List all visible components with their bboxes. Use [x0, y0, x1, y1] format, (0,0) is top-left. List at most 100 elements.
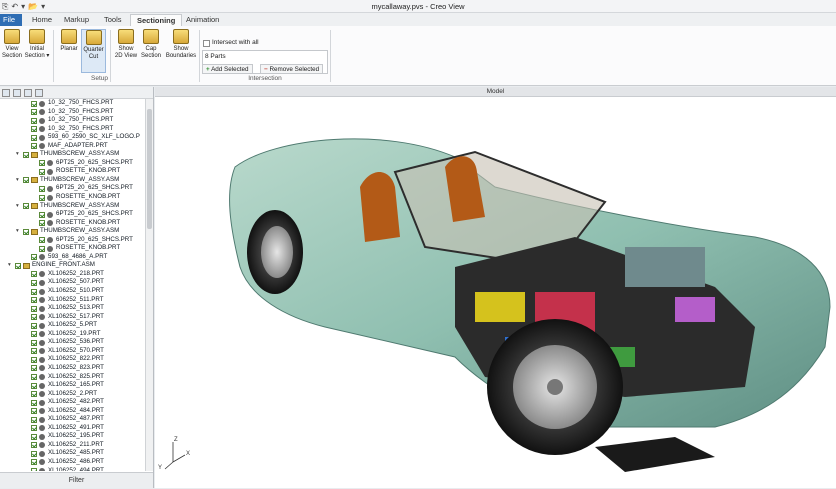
visibility-checkbox[interactable] [23, 151, 29, 158]
tree-part-item[interactable]: ROSETTE_KNOB.PRT [0, 167, 145, 176]
tree-assembly-item[interactable]: ▾ ENGINE_FRONT.ASM [0, 261, 145, 270]
intersect-with-all-checkbox[interactable] [203, 40, 210, 47]
quarter-cut-button[interactable]: Quarter Cut [81, 29, 106, 73]
visibility-checkbox[interactable] [31, 314, 37, 321]
visibility-checkbox[interactable] [31, 331, 37, 338]
tree-part-item[interactable]: XL106252_511.PRT [0, 296, 145, 305]
visibility-checkbox[interactable] [39, 245, 45, 252]
visibility-checkbox[interactable] [15, 262, 21, 269]
tab-home[interactable]: Home [26, 14, 58, 26]
tree-part-item[interactable]: 6PT25_20_625_SHCS.PRT [0, 236, 145, 245]
expand-toggle-icon[interactable]: ▾ [16, 176, 19, 185]
tab-sectioning[interactable]: Sectioning [130, 14, 183, 26]
show-2d-view-button[interactable]: Show 2D View [114, 29, 138, 60]
visibility-checkbox[interactable] [31, 365, 37, 372]
tree-part-item[interactable]: XL106252_486.PRT [0, 458, 145, 467]
visibility-checkbox[interactable] [31, 339, 37, 346]
tree-part-item[interactable]: 10_32_750_FHCS.PRT [0, 125, 145, 134]
remove-selected-button[interactable]: − Remove Selected [260, 64, 324, 74]
tree-scrollbar[interactable] [145, 99, 153, 471]
tree-assembly-item[interactable]: ▾ THUMBSCREW_ASSY.ASM [0, 176, 145, 185]
tree-part-item[interactable]: XL106252_218.PRT [0, 270, 145, 279]
visibility-checkbox[interactable] [31, 305, 37, 312]
tree-settings-icon[interactable] [35, 89, 43, 97]
scrollbar-thumb[interactable] [147, 109, 152, 229]
visibility-checkbox[interactable] [31, 322, 37, 329]
tree-part-item[interactable]: XL106252_5.PRT [0, 321, 145, 330]
visibility-checkbox[interactable] [31, 117, 37, 124]
visibility-checkbox[interactable] [39, 237, 45, 244]
visibility-checkbox[interactable] [23, 177, 29, 184]
visibility-checkbox[interactable] [23, 203, 29, 210]
tree-part-item[interactable]: ROSETTE_KNOB.PRT [0, 193, 145, 202]
visibility-checkbox[interactable] [31, 442, 37, 449]
tree-part-item[interactable]: 593_68_4686_A.PRT [0, 253, 145, 262]
initial-section-button[interactable]: Initial Section ▾ [24, 29, 50, 60]
visibility-checkbox[interactable] [39, 211, 45, 218]
tree-part-item[interactable]: XL106252_19.PRT [0, 330, 145, 339]
visibility-checkbox[interactable] [31, 408, 37, 415]
tree-part-item[interactable]: XL106252_494.PRT [0, 467, 145, 471]
visibility-checkbox[interactable] [39, 194, 45, 201]
visibility-checkbox[interactable] [31, 134, 37, 141]
visibility-checkbox[interactable] [31, 126, 37, 133]
tree-part-item[interactable]: XL106252_485.PRT [0, 449, 145, 458]
visibility-checkbox[interactable] [39, 185, 45, 192]
visibility-checkbox[interactable] [31, 433, 37, 440]
tree-part-item[interactable]: 10_32_750_FHCS.PRT [0, 116, 145, 125]
visibility-checkbox[interactable] [39, 160, 45, 167]
tree-assembly-item[interactable]: ▾ THUMBSCREW_ASSY.ASM [0, 150, 145, 159]
visibility-checkbox[interactable] [31, 271, 37, 278]
model-viewport[interactable]: Model Z Y X [155, 87, 836, 488]
tree-part-item[interactable]: XL106252_165.PRT [0, 381, 145, 390]
tree-part-item[interactable]: XL106252_484.PRT [0, 407, 145, 416]
visibility-checkbox[interactable] [31, 399, 37, 406]
visibility-checkbox[interactable] [31, 100, 37, 107]
tree-part-item[interactable]: XL106252_822.PRT [0, 355, 145, 364]
visibility-checkbox[interactable] [31, 416, 37, 423]
expand-toggle-icon[interactable]: ▾ [16, 202, 19, 211]
tree-part-item[interactable]: XL106252_211.PRT [0, 441, 145, 450]
tab-animation[interactable]: Animation [180, 14, 225, 26]
expand-toggle-icon[interactable]: ▾ [16, 227, 19, 236]
visibility-checkbox[interactable] [31, 356, 37, 363]
tree-part-item[interactable]: XL106252_570.PRT [0, 347, 145, 356]
view-section-button[interactable]: View Section [1, 29, 23, 60]
visibility-checkbox[interactable] [31, 279, 37, 286]
visibility-checkbox[interactable] [39, 220, 45, 227]
tree-part-item[interactable]: XL106252_513.PRT [0, 304, 145, 313]
visibility-checkbox[interactable] [31, 254, 37, 261]
tab-file[interactable]: File ▾ [0, 14, 22, 33]
structure-tree[interactable]: 10_32_750_FHCS.PRT 10_32_750_FHCS.PRT 10_3… [0, 99, 145, 471]
tree-part-item[interactable]: XL106252_195.PRT [0, 432, 145, 441]
tree-part-item[interactable]: XL106252_823.PRT [0, 364, 145, 373]
tree-part-item[interactable]: XL106252_825.PRT [0, 373, 145, 382]
visibility-checkbox[interactable] [31, 288, 37, 295]
tree-part-item[interactable]: 10_32_750_FHCS.PRT [0, 108, 145, 117]
visibility-checkbox[interactable] [31, 425, 37, 432]
tree-part-item[interactable]: 10_32_750_FHCS.PRT [0, 99, 145, 108]
visibility-checkbox[interactable] [31, 374, 37, 380]
add-selected-button[interactable]: + Add Selected [202, 64, 253, 74]
planar-button[interactable]: Planar [57, 29, 81, 53]
tree-part-item[interactable]: ROSETTE_KNOB.PRT [0, 244, 145, 253]
tab-tools[interactable]: Tools [98, 14, 128, 26]
visibility-checkbox[interactable] [39, 168, 45, 175]
tree-assembly-item[interactable]: ▾ THUMBSCREW_ASSY.ASM [0, 202, 145, 211]
visibility-checkbox[interactable] [31, 459, 37, 466]
tab-markup[interactable]: Markup [58, 14, 95, 26]
tree-part-item[interactable]: 593_60_2590_SC_XLF_LOGO.P [0, 133, 145, 142]
visibility-checkbox[interactable] [31, 143, 37, 150]
tree-options-icon[interactable] [24, 89, 32, 97]
visibility-checkbox[interactable] [31, 450, 37, 457]
visibility-checkbox[interactable] [31, 468, 37, 471]
tree-part-item[interactable]: 6PT25_20_625_SHCS.PRT [0, 210, 145, 219]
visibility-checkbox[interactable] [31, 348, 37, 355]
visibility-checkbox[interactable] [31, 382, 37, 389]
visibility-checkbox[interactable] [31, 109, 37, 116]
visibility-checkbox[interactable] [23, 228, 29, 235]
car-model-view[interactable]: Z Y X [155, 97, 836, 488]
collapse-all-icon[interactable] [13, 89, 21, 97]
show-boundaries-button[interactable]: Show Boundaries [165, 29, 197, 60]
tree-part-item[interactable]: XL106252_507.PRT [0, 278, 145, 287]
